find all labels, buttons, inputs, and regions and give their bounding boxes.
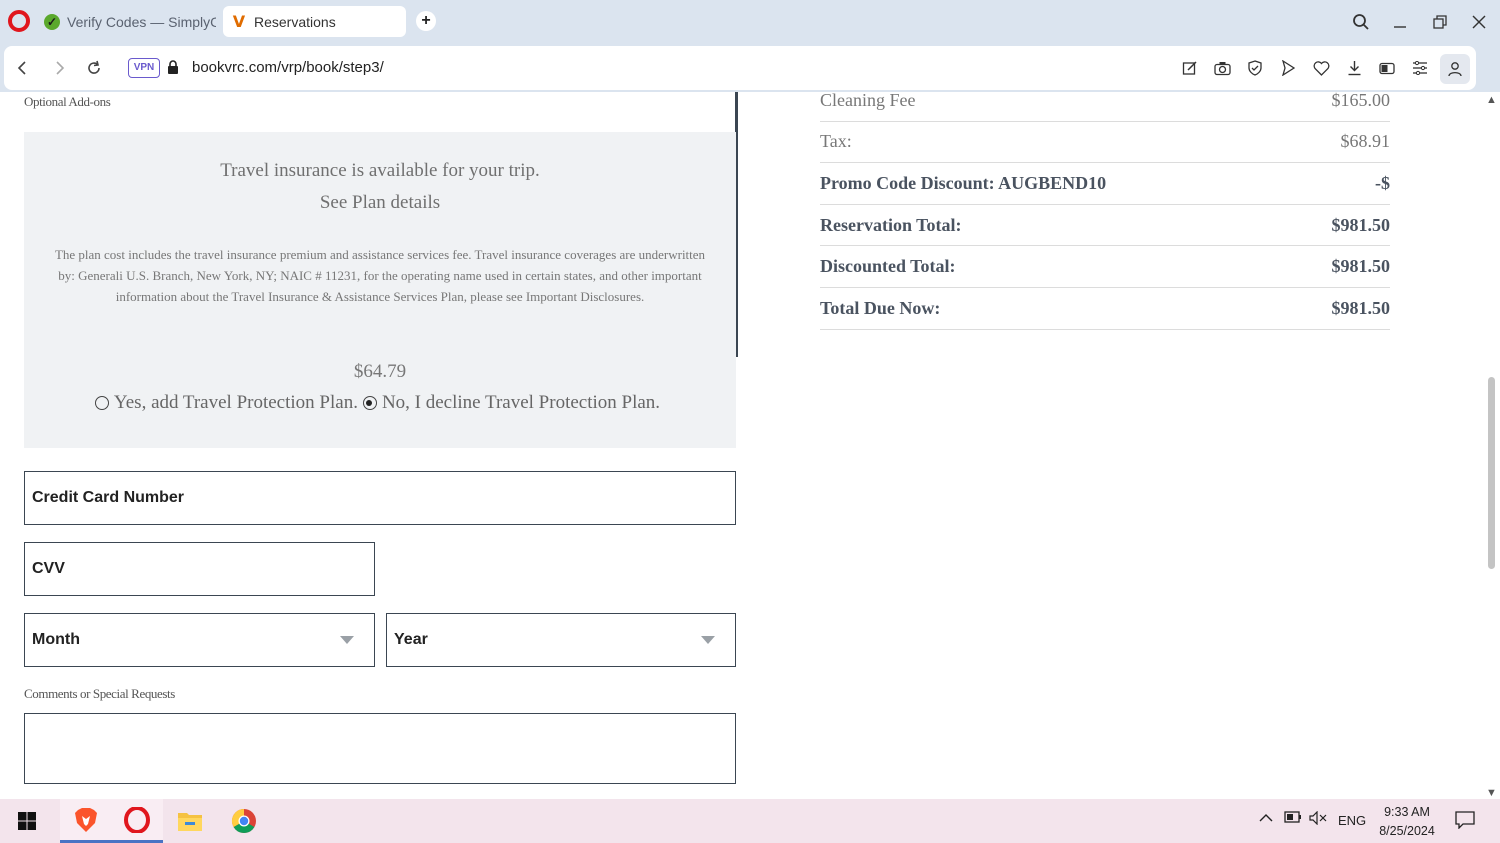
insurance-disclosure-text: The plan cost includes the travel insura… <box>54 247 706 304</box>
insurance-headline: Travel insurance is available for your t… <box>220 160 540 181</box>
summary-label: Total Due Now: <box>820 297 941 318</box>
summary-row-discounted-total: Discounted Total: $981.50 <box>820 246 1390 288</box>
easy-setup-icon[interactable] <box>1410 58 1430 78</box>
simplycodes-icon: ✓ <box>44 13 60 30</box>
credit-card-number-field[interactable]: Credit Card Number <box>24 471 736 525</box>
file-explorer-icon[interactable] <box>164 799 216 843</box>
brave-icon[interactable] <box>60 799 112 843</box>
month-select-label: Month <box>32 631 80 648</box>
restore-button[interactable] <box>1426 8 1454 36</box>
scroll-up-icon[interactable]: ▲ <box>1486 94 1497 106</box>
summary-row-total-due-now: Total Due Now: $981.50 <box>820 288 1390 330</box>
insurance-no-radio[interactable] <box>362 396 377 410</box>
tab-title: Reservations <box>254 13 336 30</box>
shield-icon[interactable] <box>1245 58 1265 78</box>
optional-addons-label: Optional Add-ons <box>24 94 111 109</box>
summary-label: Tax: <box>820 131 852 152</box>
reload-button[interactable] <box>82 56 106 80</box>
summary-row-promo-discount: Promo Code Discount: AUGBEND10 -$ <box>820 163 1390 205</box>
scroll-down-icon[interactable]: ▼ <box>1486 787 1497 799</box>
summary-label: Cleaning Fee <box>820 92 916 110</box>
vpn-badge[interactable]: VPN <box>128 58 160 78</box>
address-bar: VPN bookvrc.com/vrp/book/step3/ <box>0 44 1500 124</box>
insurance-yes-label[interactable]: Yes, add Travel Protection Plan. <box>114 392 358 414</box>
insurance-price: $64.79 <box>353 361 407 382</box>
comments-label: Comments or Special Requests <box>24 686 175 701</box>
notifications-icon[interactable] <box>1455 811 1475 832</box>
chevron-down-icon <box>701 636 715 644</box>
chevron-down-icon <box>340 636 354 644</box>
chrome-icon[interactable] <box>218 799 270 843</box>
battery-saver-icon[interactable] <box>1377 58 1397 78</box>
minimize-button[interactable] <box>1386 8 1414 36</box>
language-indicator[interactable]: ENG <box>1338 813 1366 828</box>
camera-icon[interactable] <box>1212 58 1232 78</box>
summary-row-reservation-total: Reservation Total: $981.50 <box>820 205 1390 247</box>
insurance-yes-option[interactable]: Yes, add Travel Protection Plan. <box>94 392 358 414</box>
profile-icon[interactable] <box>1440 54 1470 84</box>
v-logo-icon: V <box>232 12 246 31</box>
chevron-up-icon[interactable] <box>1259 811 1273 826</box>
summary-row-cleaning-fee: Cleaning Fee $165.00 <box>820 92 1390 122</box>
summary-value: $68.91 <box>1340 131 1391 152</box>
year-select[interactable]: Year <box>386 613 736 667</box>
lock-icon[interactable] <box>167 60 179 74</box>
send-icon[interactable] <box>1278 58 1298 78</box>
search-tabs-icon[interactable] <box>1347 8 1375 36</box>
month-select[interactable]: Month <box>24 613 375 667</box>
new-tab-button[interactable]: + <box>416 11 436 31</box>
tab-verify-codes[interactable]: ✓ Verify Codes — SimplyCodes <box>36 6 216 37</box>
close-window-button[interactable] <box>1465 8 1493 36</box>
tab-title: Verify Codes — SimplyCodes <box>67 13 216 30</box>
summary-value: $165.00 <box>1331 92 1391 110</box>
summary-value: $981.50 <box>1331 297 1391 318</box>
back-button[interactable] <box>10 56 34 80</box>
clock-date: 8/25/2024 <box>1379 824 1435 838</box>
insurance-yes-radio[interactable] <box>94 396 109 410</box>
year-select-label: Year <box>394 631 428 648</box>
forward-button[interactable] <box>48 56 72 80</box>
comments-textarea[interactable] <box>24 713 736 784</box>
clock-time: 9:33 AM <box>1384 805 1430 819</box>
system-clock[interactable]: 9:33 AM 8/25/2024 <box>1372 803 1442 841</box>
price-summary: Cleaning Fee $165.00 Tax: $68.91 Promo C… <box>820 92 1390 330</box>
summary-row-tax: Tax: $68.91 <box>820 122 1390 164</box>
tab-bar: ✓ Verify Codes — SimplyCodes V Reservati… <box>0 0 1500 44</box>
url-text[interactable]: bookvrc.com/vrp/book/step3/ <box>192 59 384 76</box>
windows-taskbar: ENG 9:33 AM 8/25/2024 <box>0 799 1500 843</box>
summary-value: -$ <box>1375 172 1390 193</box>
speaker-muted-icon[interactable] <box>1309 810 1327 828</box>
windows-start-icon[interactable] <box>1 799 53 843</box>
summary-label: Promo Code Discount: AUGBEND10 <box>820 172 1107 193</box>
cvv-field[interactable]: CVV <box>24 542 375 596</box>
insurance-options: Yes, add Travel Protection Plan. No, I d… <box>24 392 736 414</box>
heart-icon[interactable] <box>1311 58 1331 78</box>
summary-value: $981.50 <box>1331 214 1391 235</box>
summary-label: Reservation Total: <box>820 214 962 235</box>
opera-icon[interactable] <box>111 799 163 843</box>
tab-reservations[interactable]: V Reservations <box>223 6 406 37</box>
page-scrollbar[interactable]: ▲ ▼ <box>1484 92 1500 799</box>
travel-insurance-panel: Travel insurance is available for your t… <box>24 132 736 448</box>
page-content: Optional Add-ons Travel insurance is ava… <box>0 92 1484 799</box>
omnibox: VPN bookvrc.com/vrp/book/step3/ <box>4 46 1476 90</box>
edit-icon[interactable] <box>1180 58 1200 78</box>
download-icon[interactable] <box>1344 58 1364 78</box>
summary-label: Discounted Total: <box>820 256 956 277</box>
battery-icon[interactable] <box>1284 811 1302 826</box>
insurance-no-label[interactable]: No, I decline Travel Protection Plan. <box>382 392 660 414</box>
insurance-no-option[interactable]: No, I decline Travel Protection Plan. <box>362 392 660 414</box>
see-plan-details-link[interactable]: See Plan details <box>24 192 736 214</box>
summary-value: $981.50 <box>1331 256 1391 277</box>
opera-menu-icon[interactable] <box>8 10 30 32</box>
scrollbar-thumb[interactable] <box>1488 377 1495 569</box>
